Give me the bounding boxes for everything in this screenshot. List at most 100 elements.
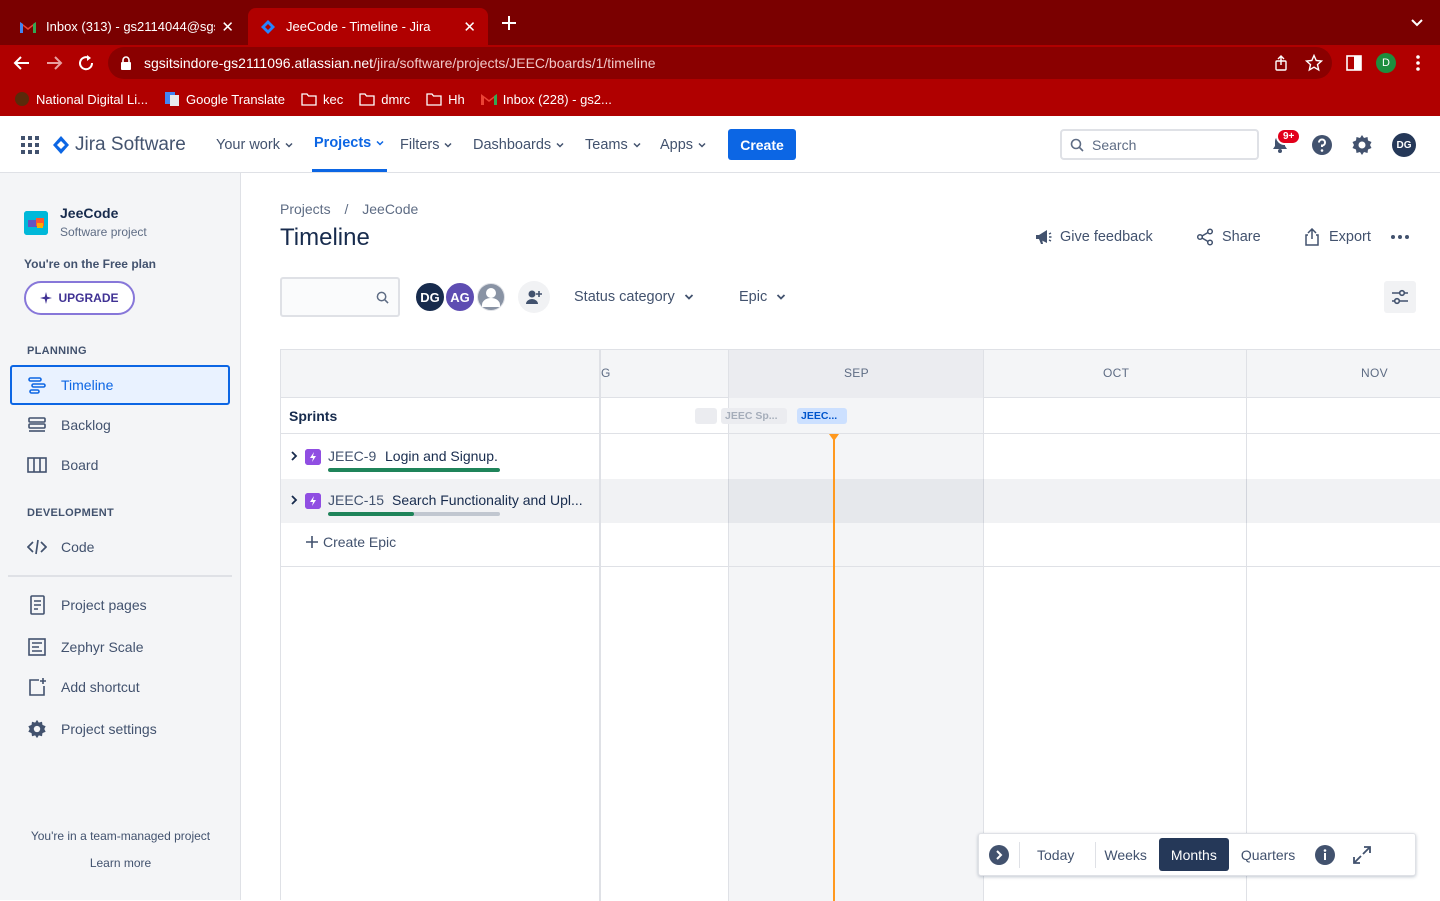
nav-filters[interactable]: Filters xyxy=(400,116,453,173)
epic-dropdown[interactable]: Epic xyxy=(739,287,787,307)
sprint-chip[interactable] xyxy=(695,408,717,424)
project-name: JeeCode xyxy=(60,205,119,221)
sidebar-item-project-pages[interactable]: Project pages xyxy=(10,585,230,625)
today-button[interactable]: Today xyxy=(1025,838,1086,871)
tab-search-icon[interactable] xyxy=(1408,14,1426,32)
sidebar-item-backlog[interactable]: Backlog xyxy=(10,405,230,445)
timeline-search-input[interactable] xyxy=(280,277,400,317)
bookmark-item[interactable]: Inbox (228) - gs2... xyxy=(480,91,612,107)
bookmarks-bar: National Digital Li... Google Translate … xyxy=(0,82,1440,116)
notification-badge: 9+ xyxy=(1276,128,1302,145)
sprint-chip-past[interactable]: JEEC Sp... xyxy=(721,408,787,424)
chevron-down-icon xyxy=(375,138,385,148)
nav-projects[interactable]: Projects xyxy=(312,116,388,172)
create-epic-label: Create Epic xyxy=(323,534,397,550)
bookmark-folder[interactable]: kec xyxy=(301,92,343,107)
bookmark-star-icon[interactable] xyxy=(1305,54,1323,72)
avatar-filter-dg[interactable]: DG xyxy=(414,281,446,313)
fullscreen-button[interactable] xyxy=(1343,838,1381,871)
nav-teams[interactable]: Teams xyxy=(585,116,642,173)
avatar-filter-ag[interactable]: AG xyxy=(444,281,476,313)
epic-row[interactable]: JEEC-15 Search Functionality and Upl... xyxy=(281,479,1440,523)
nav-dashboards[interactable]: Dashboards xyxy=(473,116,565,173)
status-category-dropdown[interactable]: Status category xyxy=(574,287,695,307)
chevron-down-icon xyxy=(775,291,787,303)
breadcrumb-separator: / xyxy=(344,201,349,217)
forward-icon[interactable] xyxy=(44,53,64,73)
back-icon[interactable] xyxy=(12,53,32,73)
dropdown-label: Epic xyxy=(739,289,768,305)
epic-key[interactable]: JEEC-15 xyxy=(328,492,384,508)
sidebar-item-zephyr-scale[interactable]: Zephyr Scale xyxy=(10,627,230,667)
bookmark-folder[interactable]: dmrc xyxy=(359,92,410,107)
nav-apps[interactable]: Apps xyxy=(660,116,707,173)
months-button[interactable]: Months xyxy=(1158,838,1229,871)
upgrade-button[interactable]: UPGRADE xyxy=(24,281,135,315)
url-field[interactable]: sgsitsindore-gs2111096.atlassian.net/jir… xyxy=(108,47,1332,79)
side-panel-icon[interactable] xyxy=(1345,54,1363,72)
share-page-icon[interactable] xyxy=(1273,55,1289,71)
give-feedback-button[interactable]: Give feedback xyxy=(1034,224,1153,250)
epic-summary[interactable]: Search Functionality and Upl... xyxy=(392,492,583,508)
bookmark-label: Inbox (228) - gs2... xyxy=(502,91,612,107)
close-tab-icon[interactable]: ✕ xyxy=(221,18,234,36)
jira-logo-icon xyxy=(52,135,70,155)
help-icon[interactable] xyxy=(1311,134,1333,156)
more-actions-icon[interactable] xyxy=(1390,233,1410,241)
learn-more-link[interactable]: Learn more xyxy=(0,856,241,870)
bookmark-item[interactable]: National Digital Li... xyxy=(14,91,148,107)
epic-summary[interactable]: Login and Signup. xyxy=(385,448,498,464)
bookmark-item[interactable]: Google Translate xyxy=(164,91,285,107)
nav-your-work[interactable]: Your work xyxy=(216,116,294,173)
reload-icon[interactable] xyxy=(76,53,96,73)
add-people-button[interactable] xyxy=(518,281,550,313)
add-shortcut-icon xyxy=(27,677,47,697)
list-column-divider[interactable] xyxy=(599,350,601,901)
create-epic-button[interactable]: Create Epic xyxy=(305,534,396,550)
breadcrumb-projects[interactable]: Projects xyxy=(280,201,331,217)
new-tab-icon[interactable] xyxy=(498,12,520,34)
jira-logo[interactable]: Jira Software xyxy=(52,134,186,156)
info-button[interactable] xyxy=(1307,838,1343,871)
sidebar-item-timeline[interactable]: Timeline xyxy=(10,365,230,405)
today-marker-icon xyxy=(829,434,839,441)
browser-menu-icon[interactable] xyxy=(1410,53,1426,73)
sidebar-item-board[interactable]: Board xyxy=(10,445,230,485)
sidebar-item-add-shortcut[interactable]: Add shortcut xyxy=(10,667,230,707)
app-switcher-icon[interactable] xyxy=(21,136,39,154)
browser-tab-gmail[interactable]: Inbox (313) - gs2114044@sgsi ✕ xyxy=(8,8,246,45)
profile-avatar[interactable]: D xyxy=(1376,53,1396,73)
epic-row[interactable]: JEEC-9 Login and Signup. xyxy=(281,435,1440,479)
chevron-right-icon[interactable] xyxy=(289,449,299,463)
export-button[interactable]: Export xyxy=(1303,224,1371,250)
breadcrumb-project[interactable]: JeeCode xyxy=(362,201,418,217)
sidebar-divider xyxy=(8,575,232,577)
tab-title: Inbox (313) - gs2114044@sgsi xyxy=(46,19,216,34)
nav-label: Your work xyxy=(216,136,280,153)
collapse-panel-button[interactable] xyxy=(979,838,1019,871)
megaphone-icon xyxy=(1034,228,1052,246)
browser-tab-jira[interactable]: JeeCode - Timeline - Jira ✕ xyxy=(248,8,488,45)
avatar-filter-unassigned[interactable] xyxy=(475,281,507,313)
weeks-button[interactable]: Weeks xyxy=(1092,838,1159,871)
view-settings-button[interactable] xyxy=(1384,281,1416,313)
chevron-down-icon xyxy=(555,140,565,150)
close-tab-icon[interactable]: ✕ xyxy=(463,18,476,36)
user-avatar[interactable]: DG xyxy=(1392,133,1416,157)
sprint-chip-active[interactable]: JEEC... xyxy=(797,408,847,424)
share-button[interactable]: Share xyxy=(1196,224,1261,250)
gear-icon[interactable] xyxy=(1351,134,1373,156)
month-label: SEP xyxy=(844,366,869,380)
quarters-button[interactable]: Quarters xyxy=(1229,838,1307,871)
chevron-right-icon[interactable] xyxy=(289,493,299,507)
page-icon xyxy=(27,595,47,615)
bookmark-folder[interactable]: Hh xyxy=(426,92,465,107)
today-marker-line xyxy=(833,436,835,901)
search-input[interactable]: Search xyxy=(1060,129,1259,160)
bookmark-label: Hh xyxy=(448,91,465,107)
sidebar-item-project-settings[interactable]: Project settings xyxy=(10,709,230,749)
create-button[interactable]: Create xyxy=(728,129,796,160)
timeline-grid: G SEP OCT NOV Sprints JEEC Sp... JEEC...… xyxy=(280,349,1440,901)
sidebar-item-code[interactable]: Code xyxy=(10,527,230,567)
epic-key[interactable]: JEEC-9 xyxy=(328,448,376,464)
